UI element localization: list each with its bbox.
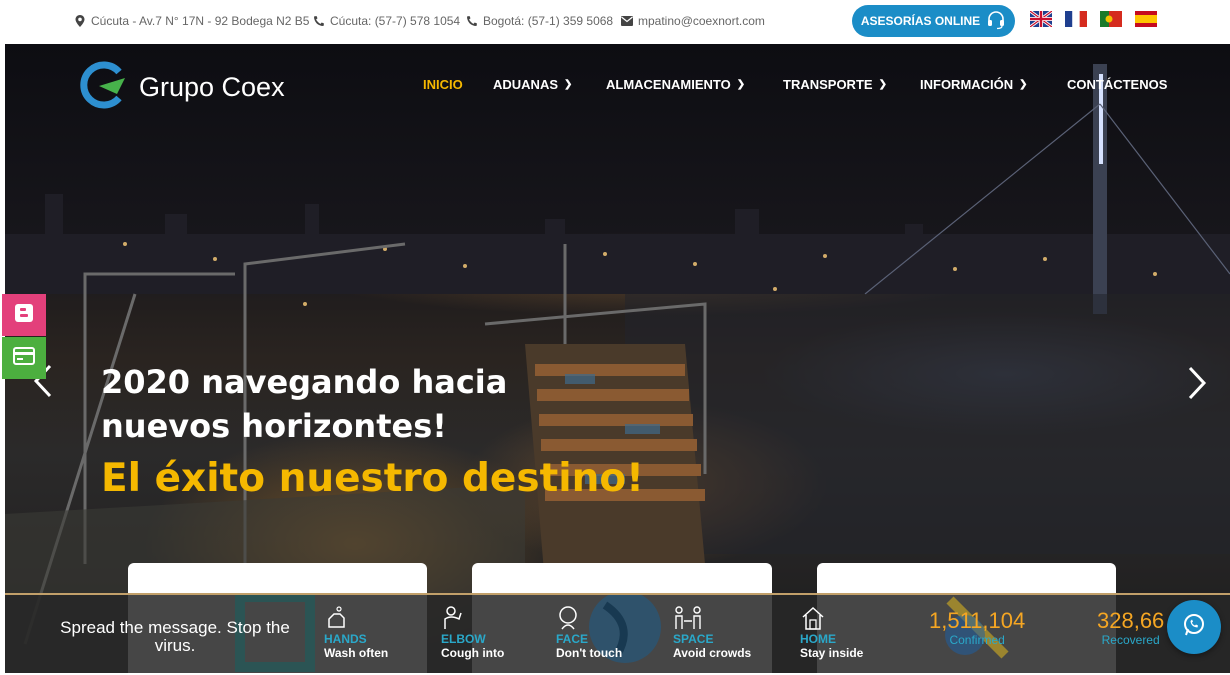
tip-desc: Cough into xyxy=(441,646,505,660)
face-icon xyxy=(556,605,622,633)
logo-g-icon xyxy=(75,60,129,114)
nav-almacenamiento[interactable]: ALMACENAMIENTO ❯ xyxy=(606,77,745,92)
address-info: Cúcuta - Av.7 N° 17N - 92 Bodega N2 B5 xyxy=(74,14,309,28)
tip-face: FACE Don't touch xyxy=(556,605,622,660)
nav-label: INFORMACIÓN xyxy=(920,77,1014,92)
whatsapp-button[interactable] xyxy=(1167,600,1221,654)
chevron-down-icon: ❯ xyxy=(1019,79,1028,90)
covid-banner: Spread the message. Stop the virus. HAND… xyxy=(5,593,1230,673)
slide-subtitle: El éxito nuestro destino! xyxy=(101,456,644,501)
tip-desc: Wash often xyxy=(324,646,389,660)
tip-desc: Don't touch xyxy=(556,646,623,660)
credit-card-icon xyxy=(13,347,35,369)
tip-title: ELBOW xyxy=(441,632,486,646)
elbow-cough-icon xyxy=(441,605,504,633)
tip-space: SPACE Avoid crowds xyxy=(673,605,751,660)
chevron-down-icon: ❯ xyxy=(564,79,573,90)
payment-side-button[interactable] xyxy=(2,337,46,379)
nav-contactenos[interactable]: CONTÁCTENOS xyxy=(1067,77,1167,92)
phone-cucuta[interactable]: Cúcuta: (57-7) 578 1054 xyxy=(313,14,460,28)
distance-icon xyxy=(673,605,751,633)
stat-value: 1,511,104 xyxy=(929,608,1026,633)
tip-title: HOME xyxy=(800,632,836,646)
stat-label: Recovered xyxy=(1101,633,1160,647)
tip-hands: HANDS Wash often xyxy=(324,605,388,660)
stat-recovered: 328,66 Recovered xyxy=(1097,608,1165,648)
logo[interactable]: Grupo Coex xyxy=(75,60,285,114)
stat-value: 328,66 xyxy=(1097,608,1165,633)
tip-title: FACE xyxy=(556,632,589,646)
slide-title: 2020 navegando hacia nuevos horizontes! xyxy=(101,363,508,445)
email-text: mpatino@coexnort.com xyxy=(638,14,765,28)
french-flag[interactable] xyxy=(1065,11,1087,27)
nav-label: ALMACENAMIENTO xyxy=(606,77,731,92)
hand-wash-icon xyxy=(324,605,388,633)
tip-home: HOME Stay inside xyxy=(800,605,863,660)
asesorias-online-button[interactable]: ASESORÍAS ONLINE xyxy=(852,5,1015,37)
covid-message: Spread the message. Stop the virus. xyxy=(60,618,290,655)
map-pin-icon xyxy=(74,15,86,27)
english-flag[interactable] xyxy=(1030,11,1052,27)
home-icon xyxy=(800,605,863,633)
chevron-down-icon: ❯ xyxy=(736,79,746,90)
tip-title: SPACE xyxy=(673,632,714,646)
nav-label: TRANSPORTE xyxy=(783,77,873,92)
tip-elbow: ELBOW Cough into xyxy=(441,605,504,660)
nav-label: ADUANAS xyxy=(493,77,558,92)
headset-icon xyxy=(986,10,1006,33)
hero-slider: Grupo Coex INICIO ADUANAS ❯ ALMACENAMIEN… xyxy=(5,44,1230,673)
nav-label: INICIO xyxy=(423,77,463,92)
nav-aduanas[interactable]: ADUANAS ❯ xyxy=(493,77,572,92)
portuguese-flag[interactable] xyxy=(1100,11,1122,27)
phone-bogota[interactable]: Bogotá: (57-1) 359 5068 xyxy=(466,14,613,28)
nav-label: CONTÁCTENOS xyxy=(1067,77,1168,92)
phone-icon xyxy=(466,15,478,27)
tip-desc: Avoid crowds xyxy=(673,646,752,660)
asesorias-label: ASESORÍAS ONLINE xyxy=(860,14,981,28)
email-link[interactable]: mpatino@coexnort.com xyxy=(621,14,765,28)
phone-cucuta-text: Cúcuta: (57-7) 578 1054 xyxy=(330,14,461,28)
phone-bogota-text: Bogotá: (57-1) 359 5068 xyxy=(483,14,614,28)
envelope-icon xyxy=(621,15,633,27)
nav-inicio[interactable]: INICIO xyxy=(423,77,463,92)
whatsapp-icon xyxy=(1181,612,1207,642)
blogger-icon xyxy=(14,303,34,327)
stat-label: Confirmed xyxy=(949,633,1005,647)
chevron-down-icon: ❯ xyxy=(878,79,887,90)
nav-transporte[interactable]: TRANSPORTE ❯ xyxy=(783,77,887,92)
nav-informacion[interactable]: INFORMACIÓN ❯ xyxy=(920,77,1028,92)
blog-side-button[interactable] xyxy=(2,294,46,336)
logo-text: Grupo Coex xyxy=(139,71,285,102)
tip-desc: Stay inside xyxy=(800,646,864,660)
spanish-flag[interactable] xyxy=(1135,11,1157,27)
top-bar: Cúcuta - Av.7 N° 17N - 92 Bodega N2 B5 C… xyxy=(0,0,1230,44)
next-slide-arrow-icon[interactable] xyxy=(1187,364,1207,408)
tip-title: HANDS xyxy=(324,632,367,646)
address-text: Cúcuta - Av.7 N° 17N - 92 Bodega N2 B5 xyxy=(91,14,310,28)
stat-confirmed: 1,511,104 Confirmed xyxy=(929,608,1026,648)
phone-icon xyxy=(313,15,325,27)
